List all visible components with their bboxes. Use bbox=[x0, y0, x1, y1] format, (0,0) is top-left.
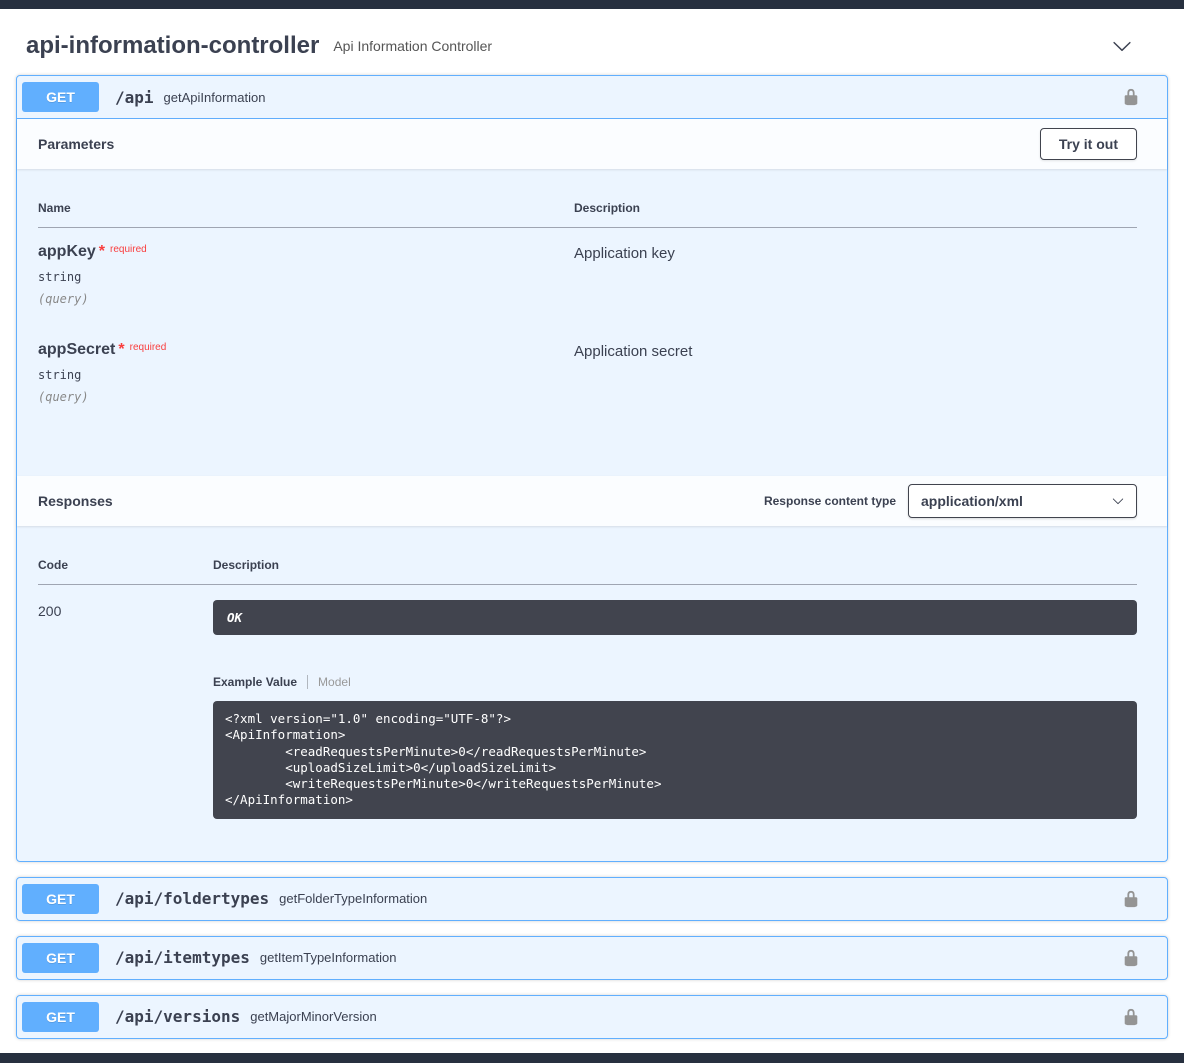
response-example-xml: <?xml version="1.0" encoding="UTF-8"?> <… bbox=[225, 711, 1125, 809]
required-label: required bbox=[130, 342, 167, 353]
response-content-type-wrap: Response content type application/xml bbox=[764, 484, 1137, 518]
operation-path: /api/foldertypes bbox=[115, 889, 269, 908]
bottom-bar bbox=[0, 1053, 1184, 1063]
tag-name: api-information-controller bbox=[26, 32, 319, 60]
response-description-block: OK bbox=[213, 600, 1137, 635]
operation-get-api: GET /api getApiInformation Parameters Tr… bbox=[16, 75, 1168, 862]
method-badge: GET bbox=[22, 943, 99, 973]
operation-path: /api bbox=[115, 88, 154, 107]
parameters-col-description-header: Description bbox=[574, 189, 1137, 228]
parameter-type: string bbox=[38, 270, 574, 284]
parameter-location: (query) bbox=[38, 390, 574, 404]
operation-path: /api/versions bbox=[115, 1007, 240, 1026]
lock-icon[interactable] bbox=[1122, 88, 1140, 106]
operation-summary-text: getItemTypeInformation bbox=[260, 950, 1122, 965]
response-row: 200 OK Example Value Model <?xml version… bbox=[38, 585, 1137, 839]
parameters-table: Name Description appKey* required string … bbox=[38, 189, 1137, 424]
parameters-container: Name Description appKey* required string … bbox=[17, 169, 1167, 476]
operation-path: /api/itemtypes bbox=[115, 948, 250, 967]
operation-summary-text: getFolderTypeInformation bbox=[279, 891, 1122, 906]
lock-icon[interactable] bbox=[1122, 1008, 1140, 1026]
operation-summary-get-api[interactable]: GET /api getApiInformation bbox=[17, 76, 1167, 119]
parameters-title: Parameters bbox=[38, 136, 114, 152]
parameter-description: Application secret bbox=[574, 341, 1137, 360]
responses-section-header: Responses Response content type applicat… bbox=[17, 476, 1167, 526]
tab-model[interactable]: Model bbox=[318, 675, 351, 689]
response-content-type-value: application/xml bbox=[921, 493, 1023, 509]
top-bar bbox=[0, 0, 1184, 9]
content-wrapper: api-information-controller Api Informati… bbox=[0, 9, 1184, 1039]
parameters-col-name-header: Name bbox=[38, 189, 574, 228]
tab-divider bbox=[307, 675, 308, 689]
tab-example-value[interactable]: Example Value bbox=[213, 675, 297, 689]
responses-container: Code Description 200 OK Example Value bbox=[17, 526, 1167, 861]
operation-summary-foldertypes[interactable]: GET /api/foldertypes getFolderTypeInform… bbox=[17, 878, 1167, 920]
responses-table: Code Description 200 OK Example Value bbox=[38, 546, 1137, 839]
required-star: * bbox=[118, 341, 124, 358]
tag-section-header[interactable]: api-information-controller Api Informati… bbox=[16, 9, 1168, 75]
required-label: required bbox=[110, 244, 147, 255]
chevron-down-icon bbox=[1112, 495, 1124, 507]
parameter-row: appSecret* required string (query) Applic… bbox=[38, 326, 1137, 424]
response-content-type-label: Response content type bbox=[764, 494, 896, 508]
parameter-row: appKey* required string (query) Applicati… bbox=[38, 228, 1137, 327]
operation-summary-itemtypes[interactable]: GET /api/itemtypes getItemTypeInformatio… bbox=[17, 937, 1167, 979]
parameter-type: string bbox=[38, 368, 574, 382]
response-content-type-select[interactable]: application/xml bbox=[908, 484, 1137, 518]
example-tabs: Example Value Model bbox=[213, 675, 1137, 689]
responses-title: Responses bbox=[38, 493, 113, 509]
operation-summary-text: getApiInformation bbox=[164, 90, 1122, 105]
tag-description: Api Information Controller bbox=[333, 38, 492, 54]
parameter-location: (query) bbox=[38, 292, 574, 306]
lock-icon[interactable] bbox=[1122, 949, 1140, 967]
response-code: 200 bbox=[38, 600, 213, 619]
required-star: * bbox=[99, 243, 105, 260]
responses-col-description-header: Description bbox=[213, 546, 1137, 585]
parameter-name: appKey bbox=[38, 243, 96, 260]
responses-col-code-header: Code bbox=[38, 546, 213, 585]
method-badge: GET bbox=[22, 1002, 99, 1032]
operation-get-api-foldertypes: GET /api/foldertypes getFolderTypeInform… bbox=[16, 877, 1168, 921]
chevron-down-icon[interactable] bbox=[1112, 36, 1132, 56]
method-badge: GET bbox=[22, 82, 99, 112]
operation-summary-versions[interactable]: GET /api/versions getMajorMinorVersion bbox=[17, 996, 1167, 1038]
lock-icon[interactable] bbox=[1122, 890, 1140, 908]
parameter-name: appSecret bbox=[38, 341, 115, 358]
operation-get-api-versions: GET /api/versions getMajorMinorVersion bbox=[16, 995, 1168, 1039]
response-example-block: <?xml version="1.0" encoding="UTF-8"?> <… bbox=[213, 701, 1137, 819]
operation-get-api-itemtypes: GET /api/itemtypes getItemTypeInformatio… bbox=[16, 936, 1168, 980]
method-badge: GET bbox=[22, 884, 99, 914]
operation-summary-text: getMajorMinorVersion bbox=[250, 1009, 1122, 1024]
try-it-out-button[interactable]: Try it out bbox=[1040, 128, 1137, 160]
parameters-section-header: Parameters Try it out bbox=[17, 119, 1167, 169]
parameter-description: Application key bbox=[574, 243, 1137, 262]
